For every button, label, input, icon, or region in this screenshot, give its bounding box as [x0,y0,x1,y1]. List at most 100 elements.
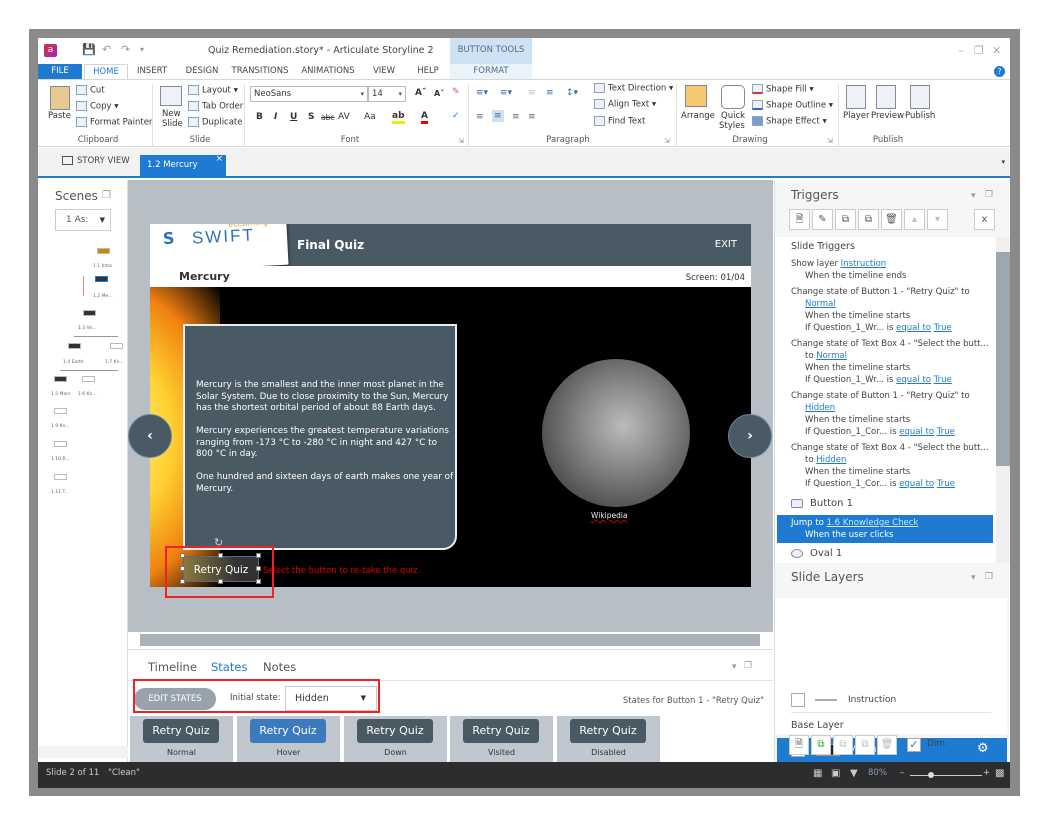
find-text-button[interactable]: Find Text [594,116,645,127]
align-left-icon[interactable]: ≡ [476,112,484,122]
text-direction-button[interactable]: Text Direction ▾ [594,83,673,94]
slide-thumb[interactable] [82,376,95,382]
paste-trigger-icon[interactable]: ⧉ [858,209,879,230]
trigger-action[interactable]: Show layer Instruction [791,259,886,269]
trigger-link[interactable]: Hidden [805,403,835,413]
zoom-slider-handle[interactable] [928,772,934,778]
align-text-button[interactable]: Align Text ▾ [594,99,656,110]
trigger-when[interactable]: When the timeline starts [805,311,910,321]
trigger-when[interactable]: When the timeline starts [805,467,910,477]
arrange-icon[interactable] [685,85,707,107]
line-spacing-icon[interactable]: ↕▾ [566,88,578,98]
quick-styles-label-1[interactable]: Quick [721,111,745,121]
bold-button[interactable]: B [256,112,263,122]
dim-checkbox[interactable]: ✓ [907,738,921,752]
slide-thumb[interactable] [54,376,67,382]
object-button-1[interactable]: Button 1 [791,498,853,509]
tab-design[interactable]: DESIGN [182,64,222,79]
clear-format-icon[interactable]: ✎ [452,87,460,97]
font-color-icon[interactable]: A [421,111,428,124]
tab-order-button[interactable]: Tab Order [188,101,243,112]
panel-restore-icon[interactable]: ❐ [744,661,752,671]
slide-label[interactable]: 1.1 Intro [93,264,112,269]
scenes-scrollbar[interactable] [38,746,128,758]
player-icon[interactable] [846,85,866,109]
state-card-disabled[interactable]: Retry Quiz Disabled [557,716,660,763]
quick-styles-icon[interactable] [721,85,745,109]
new-slide-label-2[interactable]: Slide [162,119,183,129]
state-card-down[interactable]: Retry Quiz Down [344,716,447,763]
trigger-when[interactable]: When the user clicks [805,530,893,540]
tab-transitions[interactable]: TRANSITIONS [230,64,290,79]
slide-label[interactable]: 1.10 R... [51,457,70,462]
slide-thumb[interactable] [97,248,110,254]
move-down-icon[interactable]: ▾ [927,209,948,230]
panel-restore-icon[interactable]: ❐ [102,190,111,201]
shape-fill-button[interactable]: Shape Fill ▾ [752,84,814,95]
spell-check-icon[interactable]: ✓ [452,111,460,121]
panel-menu-icon[interactable]: ▾ [971,573,976,583]
prev-slide-button[interactable]: ‹ [128,414,172,458]
trigger-when[interactable]: When the timeline starts [805,363,910,373]
fit-to-window-icon[interactable]: ▩ [995,768,1004,779]
slide-thumb[interactable] [110,343,123,349]
exit-button[interactable]: EXIT [715,239,737,250]
shape-outline-button[interactable]: Shape Outline ▾ [752,100,833,111]
stage-horizontal-scrollbar[interactable] [128,632,773,648]
layer-instruction[interactable]: Instruction [848,695,896,705]
customize-toolbar-icon[interactable]: ▾ [140,45,144,54]
duplicate-layer-icon[interactable]: ⧉ [811,735,831,755]
preview-icon[interactable] [876,85,896,109]
publish-button[interactable]: Publish [905,111,935,121]
trigger-condition[interactable]: If Question_1_Wr... is equal to True [805,323,952,333]
font-size-select[interactable]: 14 ▾ [368,86,406,102]
slide-thumb-selected[interactable] [95,276,108,282]
paste-button[interactable]: Paste [48,111,71,121]
state-card-hover[interactable]: Retry Quiz Hover [237,716,340,763]
tab-format[interactable]: FORMAT [450,64,532,79]
slide-thumb[interactable] [83,310,96,316]
slide-thumb[interactable] [54,441,67,447]
layout-button[interactable]: Layout ▾ [188,85,238,96]
bullets-icon[interactable]: ≡▾ [476,88,488,98]
strikethrough-button[interactable]: abc [321,113,334,122]
cut-button[interactable]: Cut [76,85,105,96]
new-slide-icon[interactable] [160,86,182,106]
panel-restore-icon[interactable]: ❐ [985,572,993,582]
close-icon[interactable]: ✕ [992,44,1001,57]
redo-icon[interactable]: ↷ [121,43,130,56]
numbering-icon[interactable]: ≡▾ [500,88,512,98]
new-trigger-icon[interactable]: 🗎 [789,209,810,230]
new-slide-label-1[interactable]: New [162,109,181,119]
trigger-when[interactable]: When the timeline starts [805,415,910,425]
justify-icon[interactable]: ≡ [528,112,536,122]
panel-restore-icon[interactable]: ❐ [985,190,993,200]
italic-button[interactable]: I [274,112,277,122]
change-case-button[interactable]: Aa [364,112,376,122]
scroll-thumb[interactable] [140,634,760,646]
align-center-icon[interactable]: ≡ [492,110,504,122]
object-oval-1[interactable]: Oval 1 [791,548,842,559]
variables-icon[interactable]: x [974,209,995,230]
trigger-condition[interactable]: If Question_1_Cor... is equal to True [805,479,955,489]
slide-label[interactable]: 1.11 T... [51,490,69,495]
publish-icon[interactable] [910,85,930,109]
close-tab-icon[interactable]: × [215,149,223,170]
grow-font-icon[interactable]: Aˆ [415,88,426,98]
tab-animations[interactable]: ANIMATIONS [298,64,358,79]
slide-label[interactable]: 1.3 Ve... [78,326,96,331]
mercury-planet-image[interactable] [542,359,690,507]
preview-status-icon[interactable]: ▼ [850,768,858,779]
normal-view-status-icon[interactable]: ▣ [831,768,840,779]
scene-select[interactable]: 1 As: ▼ [55,209,111,231]
trigger-action[interactable]: Change state of Button 1 - "Retry Quiz" … [791,287,970,297]
minimize-icon[interactable]: – [958,44,964,57]
slide-thumb[interactable] [54,474,67,480]
zoom-out-icon[interactable]: – [900,768,904,778]
paste-icon[interactable] [50,86,70,110]
decrease-indent-icon[interactable]: ≡ [528,88,536,98]
story-view-status-icon[interactable]: ▦ [813,768,822,779]
layer-visibility-checkbox[interactable] [791,693,805,707]
tab-help[interactable]: HELP [410,64,446,79]
panel-menu-icon[interactable]: ▾ [732,662,737,672]
